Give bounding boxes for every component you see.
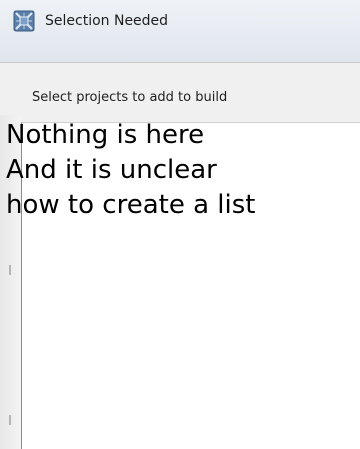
- dialog-titlebar[interactable]: Selection Needed: [0, 0, 360, 62]
- dialog-window: Selection Needed Select projects to add …: [0, 0, 360, 449]
- dialog-message: Select projects to add to build: [32, 90, 228, 105]
- annotation-text: Nothing is here And it is unclear how to…: [6, 118, 360, 223]
- annotation-line: Nothing is here: [6, 120, 205, 150]
- strip-mark: [9, 415, 11, 425]
- annotation-line: And it is unclear: [6, 155, 217, 185]
- strip-mark: [9, 265, 11, 275]
- dialog-title: Selection Needed: [45, 13, 169, 29]
- app-window-icon: [13, 10, 35, 32]
- annotation-line: how to create a list: [6, 190, 256, 220]
